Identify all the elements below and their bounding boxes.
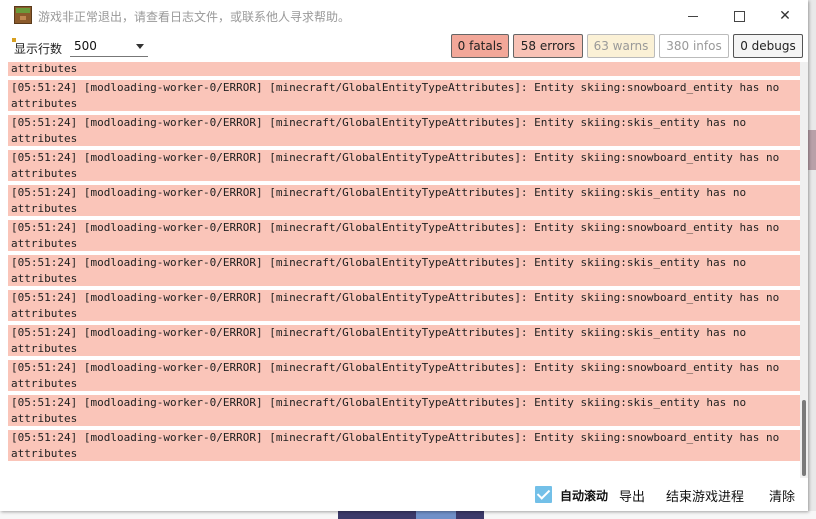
log-entry: [05:51:24] [modloading-worker-0/ERROR] [… — [8, 150, 805, 183]
autoscroll-checkbox[interactable] — [535, 486, 552, 503]
minimize-icon — [688, 15, 698, 17]
background-taskbar-strip — [0, 511, 816, 519]
log-entry: [05:51:24] [modloading-worker-0/ERROR] [… — [8, 290, 805, 323]
autoscroll-label[interactable]: 自动滚动 — [560, 487, 608, 504]
log-entry-continuation: attributes — [11, 412, 78, 425]
log-entry: [05:51:24] [modloading-worker-0/ERROR] [… — [8, 80, 805, 113]
log-entry-continuation: attributes — [11, 272, 78, 285]
clear-button[interactable]: 清除 — [769, 486, 795, 505]
maximize-button[interactable] — [716, 0, 762, 32]
close-button[interactable]: ✕ — [762, 0, 808, 32]
rows-label: 显示行数 — [11, 38, 63, 56]
minecraft-block-icon — [14, 6, 32, 24]
log-entry: [05:51:24] [modloading-worker-0/ERROR] [… — [8, 62, 805, 78]
filter-fatals-button[interactable]: 0 fatals — [451, 34, 509, 58]
log-entry-text: [05:51:24] [modloading-worker-0/ERROR] [… — [11, 361, 780, 374]
log-entry-text: [05:51:24] [modloading-worker-0/ERROR] [… — [11, 116, 747, 129]
log-entry-text: [05:51:24] [modloading-worker-0/ERROR] [… — [11, 81, 780, 94]
kill-process-button[interactable]: 结束游戏进程 — [666, 486, 744, 505]
chevron-down-icon — [136, 44, 144, 49]
log-window: 游戏非正常退出，请查看日志文件，或联系他人寻求帮助。 ✕ 显示行数 500 0 … — [0, 0, 808, 511]
log-entry: [05:51:24] [modloading-worker-0/ERROR] [… — [8, 360, 805, 393]
minimize-button[interactable] — [670, 0, 716, 32]
log-entry-continuation: attributes — [11, 342, 78, 355]
close-icon: ✕ — [779, 8, 791, 24]
log-entry-continuation: attributes — [11, 132, 78, 145]
log-entry: [05:51:24] [modloading-worker-0/ERROR] [… — [8, 115, 805, 148]
log-entry: [05:51:24] [modloading-worker-0/ERROR] [… — [8, 395, 805, 428]
rows-select[interactable]: 500 — [70, 37, 148, 57]
export-button[interactable]: 导出 — [619, 486, 645, 505]
log-entry: [05:51:24] [modloading-worker-0/ERROR] [… — [8, 185, 805, 218]
log-entry-text: [05:51:24] [modloading-worker-0/ERROR] [… — [11, 291, 780, 304]
background-window — [808, 0, 816, 519]
log-list[interactable]: [05:51:24] [modloading-worker-0/ERROR] [… — [8, 62, 808, 478]
footer: 自动滚动 导出 结束游戏进程 清除 — [0, 478, 808, 511]
log-entry-continuation: attributes — [11, 447, 78, 460]
filter-errors-button[interactable]: 58 errors — [513, 34, 583, 58]
maximize-icon — [733, 10, 745, 22]
log-entry-continuation: attributes — [11, 202, 78, 215]
filter-warns-button[interactable]: 63 warns — [587, 34, 655, 58]
scrollbar[interactable] — [800, 62, 808, 478]
log-entry-text: [05:51:24] [modloading-worker-0/ERROR] [… — [11, 431, 780, 444]
log-entry-continuation: attributes — [11, 97, 78, 110]
log-entry-continuation: attributes — [11, 307, 78, 320]
log-entry-text: [05:51:24] [modloading-worker-0/ERROR] [… — [11, 396, 747, 409]
log-entry: [05:51:24] [modloading-worker-0/ERROR] [… — [8, 255, 805, 288]
log-entry: [05:51:24] [modloading-worker-0/ERROR] [… — [8, 430, 805, 463]
log-entry-text: [05:51:24] [modloading-worker-0/ERROR] [… — [11, 186, 747, 199]
log-entry-continuation: attributes — [11, 62, 78, 75]
window-title: 游戏非正常退出，请查看日志文件，或联系他人寻求帮助。 — [38, 10, 351, 24]
log-entry-text: [05:51:24] [modloading-worker-0/ERROR] [… — [11, 221, 780, 234]
log-entry: [05:51:24] [modloading-worker-0/ERROR] [… — [8, 220, 805, 253]
log-entry-text: [05:51:24] [modloading-worker-0/ERROR] [… — [11, 151, 780, 164]
log-entry-continuation: attributes — [11, 377, 78, 390]
log-entry: [05:51:24] [modloading-worker-0/ERROR] [… — [8, 325, 805, 358]
log-entry-text: [05:51:24] [modloading-worker-0/ERROR] [… — [11, 326, 747, 339]
log-entry-continuation: attributes — [11, 237, 78, 250]
title-bar: 游戏非正常退出，请查看日志文件，或联系他人寻求帮助。 ✕ — [0, 0, 808, 32]
toolbar: 显示行数 500 0 fatals 58 errors 63 warns 380… — [0, 32, 808, 62]
filter-debugs-button[interactable]: 0 debugs — [733, 34, 803, 58]
scrollbar-thumb[interactable] — [802, 400, 806, 476]
log-entry-continuation: attributes — [11, 167, 78, 180]
log-entry-text: [05:51:24] [modloading-worker-0/ERROR] [… — [11, 256, 747, 269]
rows-select-value: 500 — [74, 39, 97, 53]
filter-infos-button[interactable]: 380 infos — [659, 34, 729, 58]
